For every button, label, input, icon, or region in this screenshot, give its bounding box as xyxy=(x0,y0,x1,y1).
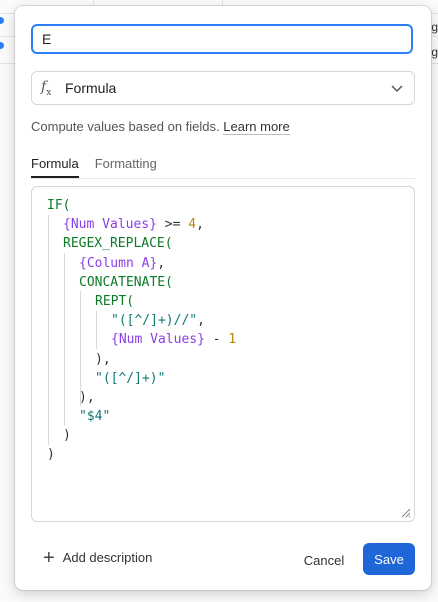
formula-line: IF( xyxy=(47,196,236,215)
tab-formatting[interactable]: Formatting xyxy=(95,156,157,178)
description-text: Compute values based on fields. xyxy=(31,119,220,134)
formula-token: REPT( xyxy=(95,293,135,309)
chevron-down-icon xyxy=(391,85,403,93)
formula-token: - xyxy=(204,332,229,348)
formula-line: {Num Values} - 1 xyxy=(47,330,236,349)
formula-line: REGEX_REPLACE( xyxy=(47,234,236,253)
formula-line: {Num Values} >= 4, xyxy=(47,215,236,234)
formula-token: ) xyxy=(47,447,55,463)
cancel-button[interactable]: Cancel xyxy=(295,545,353,575)
formula-token: ), xyxy=(79,389,95,405)
tab-formula[interactable]: Formula xyxy=(31,156,79,178)
formula-token: ) xyxy=(63,428,71,444)
formula-line: REPT( xyxy=(47,292,236,311)
formula-line: "([^/]+)" xyxy=(47,369,236,388)
field-type-label: Formula xyxy=(65,80,117,96)
formula-line: ), xyxy=(47,388,236,407)
learn-more-link[interactable]: Learn more xyxy=(223,119,290,135)
formula-editor[interactable]: IF( {Num Values} >= 4, REGEX_REPLACE( {Colu… xyxy=(31,186,415,522)
formula-line: {Column A}, xyxy=(47,254,236,273)
formula-token: {Num Values} xyxy=(111,332,205,348)
formula-token: {Num Values} xyxy=(63,217,157,233)
formula-line: ) xyxy=(47,445,236,464)
formula-line: "$4" xyxy=(47,407,236,426)
formula-token: , xyxy=(196,217,204,233)
formula-token: >= xyxy=(156,217,189,233)
formula-token: "$4" xyxy=(79,409,111,425)
formula-code: IF( {Num Values} >= 4, REGEX_REPLACE( {Colu… xyxy=(47,196,236,465)
resize-handle-icon[interactable] xyxy=(399,506,411,518)
cell-fragment: g xyxy=(431,45,438,59)
formula-token: , xyxy=(157,255,166,271)
row-dot-icon xyxy=(0,42,4,49)
field-type-select[interactable]: fx Formula xyxy=(31,71,415,105)
formula-token: REGEX_REPLACE( xyxy=(63,236,173,252)
formula-token: "([^/]+)" xyxy=(95,370,166,386)
formula-token: IF( xyxy=(47,198,71,213)
formula-line: CONCATENATE( xyxy=(47,273,236,292)
formula-line: "([^/]+)//", xyxy=(47,311,236,330)
formula-token: 4 xyxy=(188,217,197,233)
row-dot-icon xyxy=(0,17,4,24)
add-description-button[interactable]: + Add description xyxy=(43,546,153,569)
formula-token: ), xyxy=(95,351,111,367)
formula-token: , xyxy=(197,313,205,329)
field-name-input[interactable] xyxy=(31,24,413,54)
fx-icon: fx xyxy=(41,78,52,98)
formula-token: "([^/]+)//" xyxy=(111,313,198,329)
formula-line: ) xyxy=(47,426,236,445)
tabs-divider xyxy=(31,178,415,179)
add-description-label: Add description xyxy=(62,550,153,565)
formula-token: {Column A} xyxy=(79,255,158,271)
cell-fragment: g xyxy=(431,20,438,34)
save-button[interactable]: Save xyxy=(363,543,415,575)
formula-token: CONCATENATE( xyxy=(79,274,173,290)
plus-icon: + xyxy=(43,546,55,569)
formula-token: 1 xyxy=(228,332,237,348)
formula-line: ), xyxy=(47,350,236,369)
field-description: Compute values based on fields. Learn mo… xyxy=(31,119,290,135)
field-config-panel: fx Formula Compute values based on field… xyxy=(15,6,431,590)
editor-tabs: Formula Formatting xyxy=(31,156,157,178)
